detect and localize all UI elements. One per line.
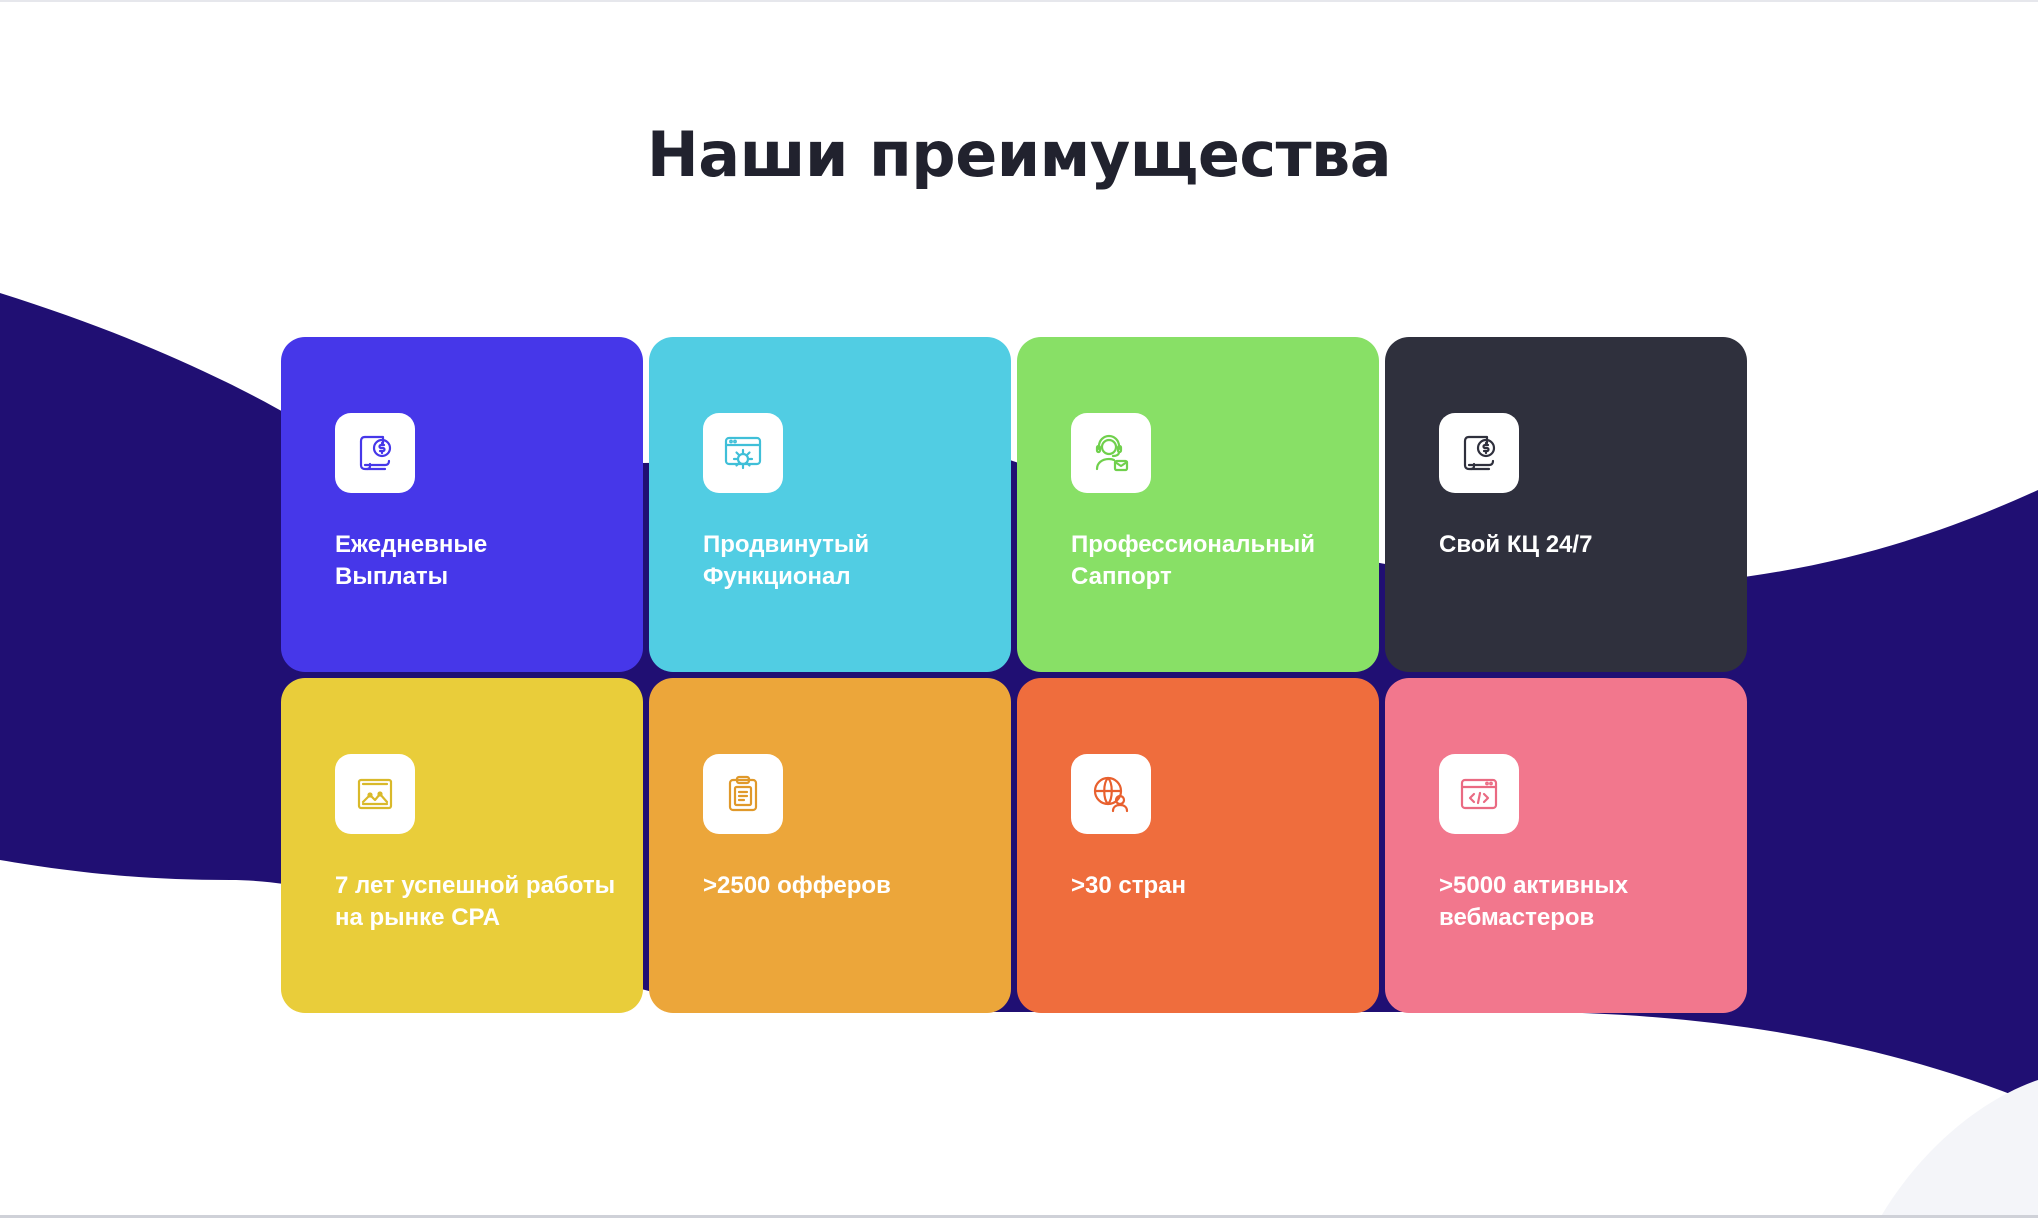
payout-document-icon bbox=[359, 435, 392, 471]
icon-tile bbox=[703, 413, 783, 493]
advantage-card: Профессиональный Саппорт bbox=[1017, 337, 1379, 672]
code-window-icon bbox=[1460, 778, 1498, 810]
chart-image-icon bbox=[357, 778, 393, 810]
support-agent-icon bbox=[1095, 434, 1129, 472]
advantage-label: >30 стран bbox=[1071, 872, 1186, 899]
advantage-card: >2500 офферов bbox=[649, 678, 1011, 1013]
clipboard-icon bbox=[728, 775, 758, 812]
section-title: Наши преимущества bbox=[646, 118, 1392, 191]
icon-tile bbox=[1071, 413, 1151, 493]
advantage-label: 7 лет успешной работы на рынке CPA bbox=[335, 872, 616, 931]
advantage-card: Свой КЦ 24/7 bbox=[1385, 337, 1747, 672]
icon-tile bbox=[1071, 754, 1151, 834]
advantage-label: Продвинутый Функционал bbox=[703, 531, 870, 590]
advantage-card: >30 стран bbox=[1017, 678, 1379, 1013]
advantages-grid: Ежедневные Выплаты Продвинутый Функциона… bbox=[281, 337, 1747, 1014]
icon-tile bbox=[1439, 754, 1519, 834]
advantage-label: >5000 активных вебмастеров bbox=[1439, 872, 1629, 931]
advantage-label: Свой КЦ 24/7 bbox=[1439, 531, 1593, 558]
call-center-document-icon bbox=[1463, 435, 1496, 471]
browser-gear-icon bbox=[724, 436, 762, 470]
icon-tile bbox=[335, 754, 415, 834]
advantage-label: Ежедневные Выплаты bbox=[335, 531, 488, 590]
advantage-label: Профессиональный Саппорт bbox=[1071, 531, 1315, 590]
corner-shade bbox=[1880, 1080, 2038, 1218]
advantage-card: >5000 активных вебмастеров bbox=[1385, 678, 1747, 1013]
advantage-card: Ежедневные Выплаты bbox=[281, 337, 643, 672]
globe-user-icon bbox=[1093, 776, 1129, 813]
advantage-card: Продвинутый Функционал bbox=[649, 337, 1011, 672]
icon-tile bbox=[335, 413, 415, 493]
icon-tile bbox=[703, 754, 783, 834]
advantage-label: >2500 офферов bbox=[703, 872, 891, 899]
advantage-card: 7 лет успешной работы на рынке CPA bbox=[281, 678, 643, 1013]
icon-tile bbox=[1439, 413, 1519, 493]
